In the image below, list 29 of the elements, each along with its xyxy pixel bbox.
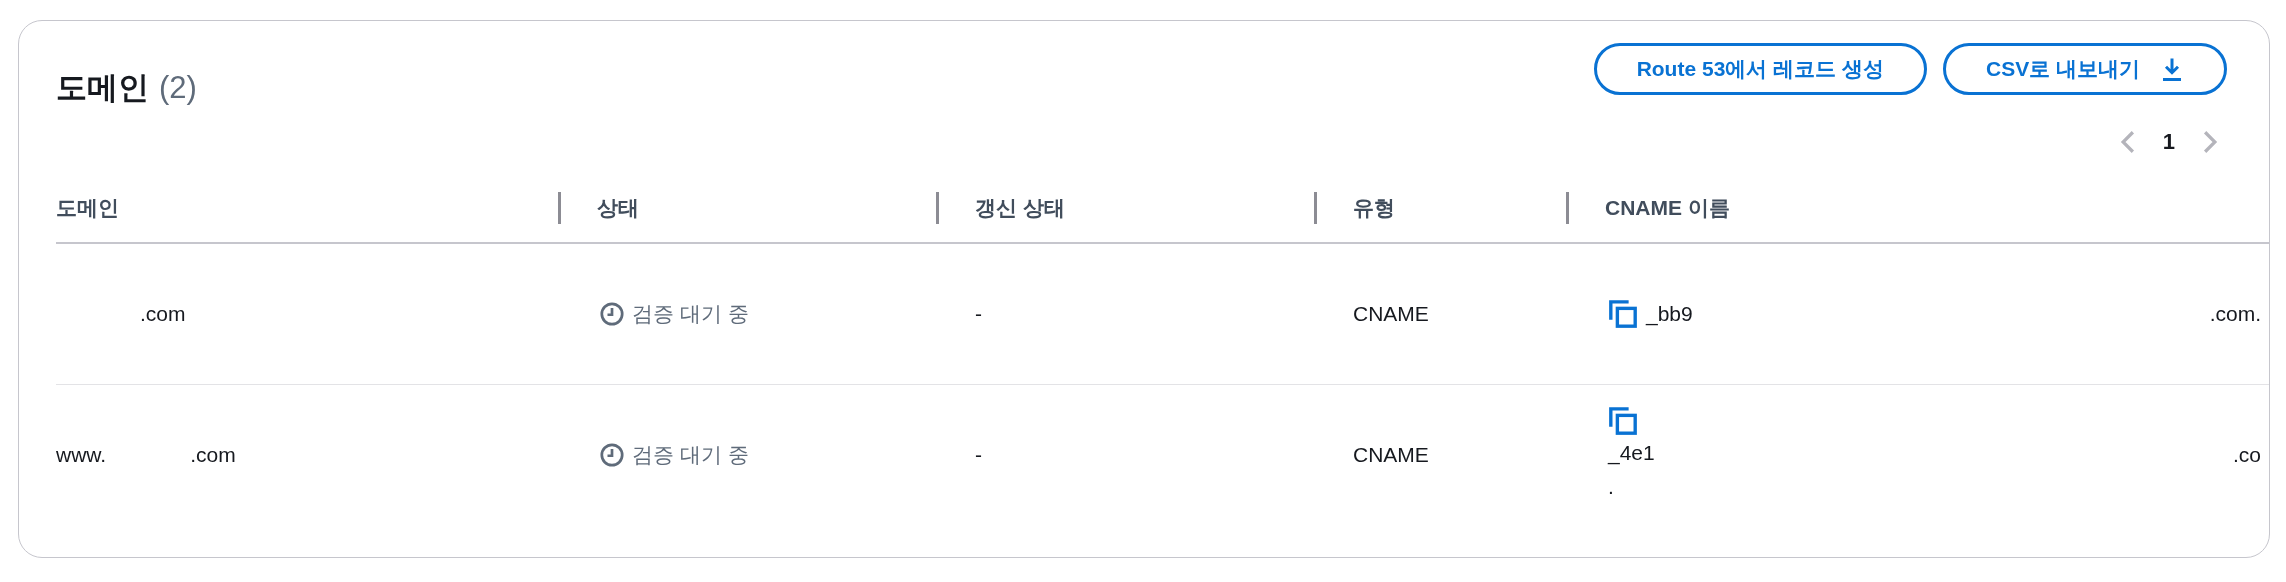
page-number[interactable]: 1 (2162, 125, 2175, 158)
domain-text: .com (190, 442, 236, 469)
table-cell: CNAME (1353, 301, 1429, 325)
cname-text: _bb9 (1646, 300, 1693, 328)
table-cell: - (975, 301, 982, 325)
column-header: CNAME 이름 (1605, 194, 1730, 221)
column-header: 상태 (597, 194, 639, 221)
domain-text: www. (56, 442, 107, 469)
column-header: 유형 (1353, 194, 1395, 221)
copy-icon[interactable] (1608, 406, 1638, 436)
cname-text: _4e1 (1608, 440, 1655, 467)
cname-text: .co (2233, 442, 2261, 469)
download-icon (2160, 57, 2184, 81)
column-header: 도메인 (56, 194, 119, 221)
create-record-button[interactable]: Route 53에서 레코드 생성 (1593, 43, 1927, 95)
table-cell: - (975, 443, 982, 467)
clock-icon (600, 301, 624, 326)
item-count: (2) (159, 69, 197, 107)
table-cell: CNAME (1353, 443, 1429, 467)
status-text: 검증 대기 중 (632, 442, 749, 469)
domain-text: .com (140, 300, 186, 327)
cname-text: .com. (2209, 300, 2261, 327)
section-title: 도메인 (56, 69, 149, 107)
column-header: 갱신 상태 (975, 194, 1065, 221)
export-button[interactable]: CSV로 내보내기 (1943, 43, 2227, 95)
cname-text: . (1608, 474, 1614, 500)
copy-icon[interactable] (1608, 298, 1638, 329)
status-text: 검증 대기 중 (632, 300, 749, 327)
clock-icon (600, 443, 624, 467)
